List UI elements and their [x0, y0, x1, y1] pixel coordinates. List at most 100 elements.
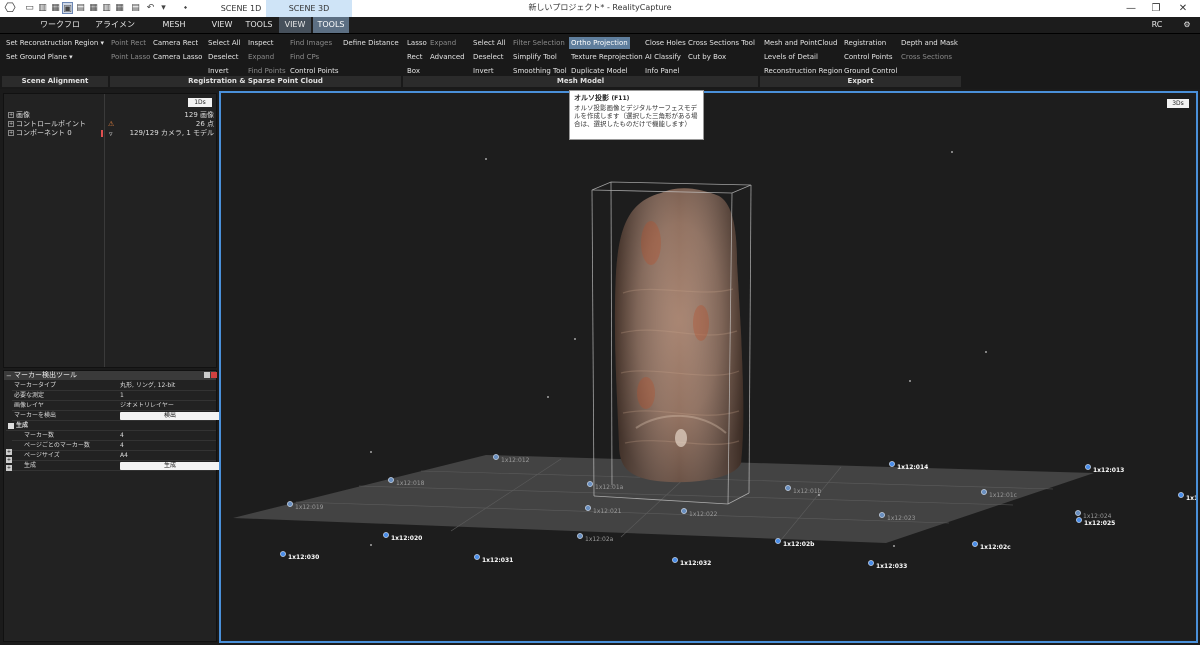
- close-panel-icon[interactable]: [211, 372, 217, 378]
- reg-invert-button[interactable]: Invert: [208, 66, 229, 76]
- define-distance-button[interactable]: Define Distance: [343, 38, 399, 48]
- row-marker-type[interactable]: マーカータイプ 丸形, リング, 12-bit: [12, 381, 216, 391]
- control-point-marker[interactable]: 1x12:031: [474, 554, 513, 564]
- export-mesh-pointcloud-button[interactable]: Mesh and PointCloud: [764, 38, 837, 48]
- control-point-marker[interactable]: 1x12:02c: [972, 541, 1011, 551]
- control-point-marker[interactable]: 1x12:032: [672, 557, 711, 567]
- mesh-select-all-button[interactable]: Select All: [473, 38, 506, 48]
- row-value[interactable]: ジオメトリレイヤー: [120, 401, 174, 411]
- viewport-3d[interactable]: 1x12:012 1x12:013 1x12:014 1x12:015 1x12:018…: [219, 91, 1198, 643]
- view-1ds-badge[interactable]: 1Ds: [188, 98, 212, 107]
- marker-dot[interactable]: [785, 485, 791, 491]
- expand-icon[interactable]: +: [8, 130, 14, 136]
- find-points-button[interactable]: Find Points: [248, 66, 286, 76]
- ai-classify-button[interactable]: AI Classify: [645, 52, 681, 62]
- marker-dot[interactable]: [383, 532, 389, 538]
- marker-dot[interactable]: [388, 477, 394, 483]
- reg-select-all-button[interactable]: Select All: [208, 38, 241, 48]
- tab-mesh-model[interactable]: MESH MODEL: [147, 17, 201, 45]
- camera-rect-button[interactable]: Camera Rect: [153, 38, 198, 48]
- tab-alignment[interactable]: アライメント: [93, 17, 137, 45]
- camera-lasso-button[interactable]: Camera Lasso: [153, 52, 202, 62]
- generate-button[interactable]: 生成: [120, 462, 220, 470]
- row-value[interactable]: 4: [120, 431, 124, 441]
- tree-item-control-points[interactable]: + コントロールポイント: [8, 120, 86, 129]
- marker-dot[interactable]: [287, 501, 293, 507]
- mesh-lasso-button[interactable]: Lasso: [407, 38, 427, 48]
- depth-and-mask-button[interactable]: Depth and Mask: [901, 38, 958, 48]
- simplify-tool-button[interactable]: Simplify Tool: [513, 52, 557, 62]
- smoothing-tool-button[interactable]: Smoothing Tool: [513, 66, 567, 76]
- marker-dot[interactable]: [879, 512, 885, 518]
- expand-icon[interactable]: +: [8, 121, 14, 127]
- row-value[interactable]: 丸形, リング, 12-bit: [120, 381, 175, 391]
- panel-divider[interactable]: [104, 94, 105, 367]
- mesh-deselect-button[interactable]: Deselect: [473, 52, 504, 62]
- reg-expand-button[interactable]: Expand: [248, 52, 274, 62]
- tab-tools[interactable]: TOOLS: [242, 17, 276, 33]
- row-value[interactable]: 1: [120, 391, 124, 401]
- inspect-button[interactable]: Inspect: [248, 38, 274, 48]
- duplicate-model-button[interactable]: Duplicate Model: [571, 66, 628, 76]
- control-point-marker[interactable]: 1x12:015: [1178, 492, 1196, 502]
- marker-dot[interactable]: [972, 541, 978, 547]
- scene-canvas[interactable]: 1x12:012 1x12:013 1x12:014 1x12:015 1x12:018…: [221, 93, 1196, 641]
- tab-tools-2[interactable]: TOOLS: [313, 17, 349, 33]
- levels-of-detail-button[interactable]: Levels of Detail: [764, 52, 818, 62]
- control-points-button[interactable]: Control Points: [290, 66, 339, 76]
- export-control-points-button[interactable]: Control Points: [844, 52, 893, 62]
- marker-dot[interactable]: [280, 551, 286, 557]
- cross-sections-tool-button[interactable]: Cross Sections Tool: [688, 38, 755, 48]
- control-point-marker[interactable]: 1x12:02a: [577, 533, 614, 543]
- cut-by-box-button[interactable]: Cut by Box: [688, 52, 726, 62]
- view-3ds-badge[interactable]: 3Ds: [1167, 99, 1189, 108]
- export-registration-button[interactable]: Registration: [844, 38, 886, 48]
- marker-dot[interactable]: [587, 481, 593, 487]
- pin-panel-icon[interactable]: [204, 372, 210, 378]
- ortho-projection-button[interactable]: Ortho Projection: [569, 37, 630, 49]
- marker-dot[interactable]: [681, 508, 687, 514]
- row-value[interactable]: A4: [120, 451, 128, 461]
- export-reconstruction-region-button[interactable]: Reconstruction Region: [764, 66, 843, 76]
- marker-dot[interactable]: [981, 489, 987, 495]
- side-expand-icon[interactable]: +: [6, 449, 12, 455]
- marker-dot[interactable]: [1075, 510, 1081, 516]
- find-cps-button[interactable]: Find CPs: [290, 52, 319, 62]
- collapse-icon[interactable]: −: [6, 372, 12, 380]
- close-holes-button[interactable]: Close Holes: [645, 38, 686, 48]
- settings-gear-icon[interactable]: ⚙: [1180, 17, 1194, 33]
- advanced-button[interactable]: Advanced: [430, 52, 465, 62]
- row-marker-count[interactable]: マーカー数 4: [12, 431, 216, 441]
- tree-item-component[interactable]: + コンポーネント 0: [8, 129, 72, 138]
- marker-dot[interactable]: [577, 533, 583, 539]
- point-rect-button[interactable]: Point Rect: [111, 38, 146, 48]
- row-page-size[interactable]: ページサイズ A4: [12, 451, 216, 461]
- section-generate[interactable]: 生成: [6, 421, 216, 431]
- find-images-button[interactable]: Find Images: [290, 38, 332, 48]
- mesh-model[interactable]: [614, 188, 744, 483]
- control-point-marker[interactable]: 1x12:030: [280, 551, 319, 561]
- set-ground-plane-button[interactable]: Set Ground Plane ▾: [6, 52, 73, 62]
- marker-dot[interactable]: [868, 560, 874, 566]
- reg-deselect-button[interactable]: Deselect: [208, 52, 239, 62]
- user-rc-label[interactable]: RC: [1150, 17, 1164, 33]
- tab-view-2[interactable]: VIEW: [279, 17, 311, 33]
- marker-dot[interactable]: [493, 454, 499, 460]
- marker-dot[interactable]: [1076, 517, 1082, 523]
- marker-dot[interactable]: [1178, 492, 1184, 498]
- control-point-marker[interactable]: 1x12:033: [868, 560, 907, 570]
- marker-dot[interactable]: [775, 538, 781, 544]
- close-button[interactable]: ✕: [1166, 0, 1200, 17]
- tab-view[interactable]: VIEW: [206, 17, 238, 33]
- tree-item-images[interactable]: + 画像: [8, 111, 30, 120]
- section-collapse-icon[interactable]: [8, 423, 14, 429]
- row-required-measurements[interactable]: 必要な測定 1: [12, 391, 216, 401]
- mesh-box-button[interactable]: Box: [407, 66, 420, 76]
- marker-dot[interactable]: [1085, 464, 1091, 470]
- mesh-expand-button[interactable]: Expand: [430, 38, 456, 48]
- control-point-marker[interactable]: 1x12:020: [383, 532, 422, 542]
- texture-reprojection-button[interactable]: Texture Reprojection: [571, 52, 643, 62]
- filter-selection-button[interactable]: Filter Selection: [513, 38, 565, 48]
- detect-button[interactable]: 検出: [120, 412, 220, 420]
- marker-dot[interactable]: [585, 505, 591, 511]
